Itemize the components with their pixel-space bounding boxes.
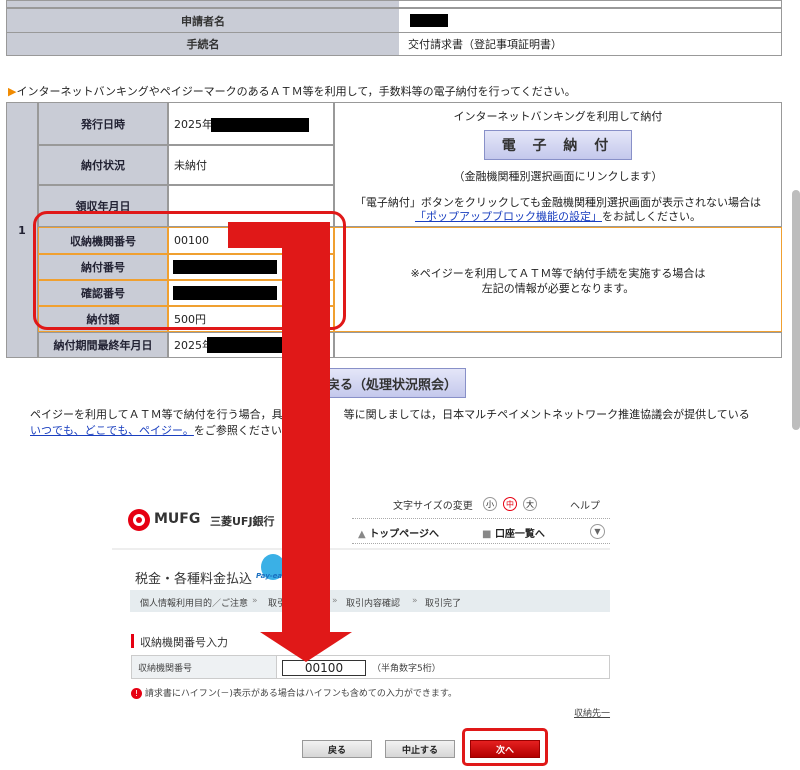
scrollbar-thumb[interactable]: [792, 190, 800, 430]
arrow-annotation: [228, 222, 352, 662]
arrow-icon: [228, 222, 352, 662]
